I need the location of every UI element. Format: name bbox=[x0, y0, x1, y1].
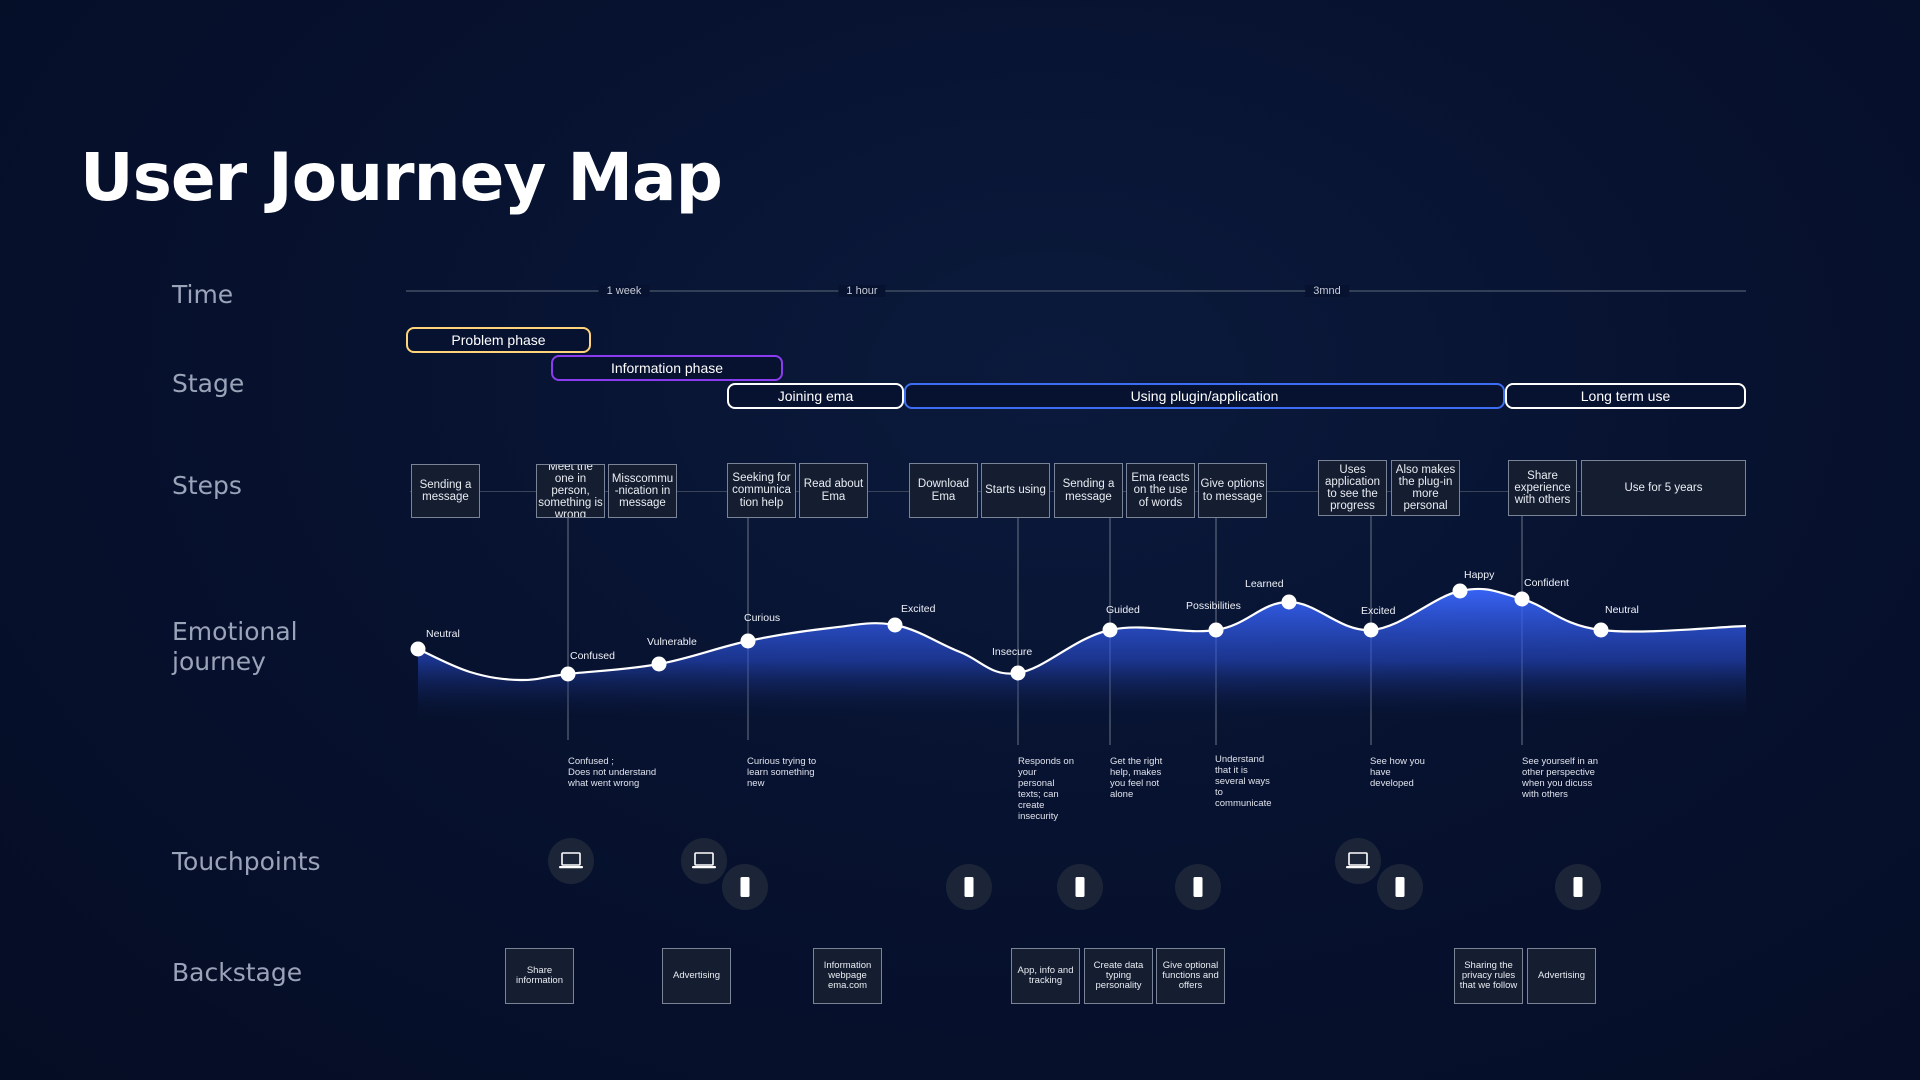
step-box: Share experience with others bbox=[1508, 460, 1577, 516]
emotion-point bbox=[1010, 665, 1026, 681]
emotion-point bbox=[560, 666, 576, 682]
emotion-label: Confused bbox=[570, 650, 615, 662]
step-box: Download Ema bbox=[909, 463, 978, 518]
emotion-label: Insecure bbox=[992, 646, 1032, 658]
touchpoint bbox=[1057, 864, 1103, 910]
emotion-label: Vulnerable bbox=[647, 636, 697, 648]
emotion-area bbox=[418, 588, 1746, 720]
step-box: Give options to message bbox=[1198, 463, 1267, 518]
emotion-point bbox=[1593, 622, 1609, 638]
backstage-box: Advertising bbox=[662, 948, 731, 1004]
emotion-point bbox=[740, 633, 756, 649]
phone-icon bbox=[1394, 876, 1406, 898]
emotion-label: Neutral bbox=[426, 628, 460, 640]
emotional-journey-chart: Neutral Confused Vulnerable Curious Excited I… bbox=[410, 516, 1747, 745]
emotion-point bbox=[1514, 591, 1530, 607]
touchpoint bbox=[1555, 864, 1601, 910]
step-box: Use for 5 years bbox=[1581, 460, 1746, 516]
phone-icon bbox=[1572, 876, 1584, 898]
step-box: Misscommu -nication in message bbox=[608, 464, 677, 518]
emotion-label: Excited bbox=[1361, 605, 1396, 617]
backstage-box: Share information bbox=[505, 948, 574, 1004]
step-box: Meet the one in person, something is wro… bbox=[536, 464, 605, 518]
step-box: Ema reacts on the use of words bbox=[1126, 463, 1195, 518]
emotion-label: Excited bbox=[901, 603, 936, 615]
emotion-point bbox=[1208, 622, 1224, 638]
emotion-note: Responds on your personal texts; can cre… bbox=[1018, 756, 1074, 822]
backstage-box: Advertising bbox=[1527, 948, 1596, 1004]
emotion-note: Understand that it is several ways to co… bbox=[1215, 754, 1272, 809]
emotion-note: See yourself in an other perspective whe… bbox=[1522, 756, 1599, 800]
emotion-note: See how you have developed bbox=[1370, 756, 1425, 789]
emotion-note: Get the right help, makes you feel not a… bbox=[1110, 756, 1163, 800]
backstage-box: Create data typing personality bbox=[1084, 948, 1153, 1004]
touchpoint bbox=[681, 838, 727, 884]
step-box: Seeking for communica tion help bbox=[727, 463, 796, 518]
touchpoint bbox=[1335, 838, 1381, 884]
step-box: Starts using bbox=[981, 463, 1050, 518]
laptop-icon bbox=[558, 851, 584, 871]
step-box: Also makes the plug-in more personal bbox=[1391, 460, 1460, 516]
step-box: Read about Ema bbox=[799, 463, 868, 518]
emotion-point bbox=[1452, 583, 1468, 599]
step-box: Uses application to see the progress bbox=[1318, 460, 1387, 516]
emotion-label: Happy bbox=[1464, 569, 1495, 581]
step-box: Sending a message bbox=[411, 464, 480, 518]
emotion-point bbox=[1102, 622, 1118, 638]
step-box: Sending a message bbox=[1054, 463, 1123, 518]
touchpoint bbox=[548, 838, 594, 884]
backstage-box: Information webpage ema.com bbox=[813, 948, 882, 1004]
emotion-label: Neutral bbox=[1605, 604, 1639, 616]
emotion-point bbox=[410, 641, 426, 657]
backstage-box: Sharing the privacy rules that we follow bbox=[1454, 948, 1523, 1004]
emotion-label: Guided bbox=[1106, 604, 1140, 616]
touchpoint bbox=[722, 864, 768, 910]
backstage-box: App, info and tracking bbox=[1011, 948, 1080, 1004]
laptop-icon bbox=[691, 851, 717, 871]
laptop-icon bbox=[1345, 851, 1371, 871]
emotion-label: Curious bbox=[744, 612, 780, 624]
touchpoint bbox=[1377, 864, 1423, 910]
phone-icon bbox=[1192, 876, 1204, 898]
emotion-label: Possibilities bbox=[1186, 600, 1241, 612]
emotion-point bbox=[1281, 594, 1297, 610]
phone-icon bbox=[1074, 876, 1086, 898]
emotion-label: Learned bbox=[1245, 578, 1284, 590]
phone-icon bbox=[963, 876, 975, 898]
phone-icon bbox=[739, 876, 751, 898]
touchpoint bbox=[1175, 864, 1221, 910]
emotion-label: Confident bbox=[1524, 577, 1569, 589]
emotion-point bbox=[1363, 622, 1379, 638]
emotion-point bbox=[887, 617, 903, 633]
emotion-note: Confused ; Does not understand what went… bbox=[568, 756, 657, 789]
emotion-point bbox=[651, 656, 667, 672]
backstage-box: Give optional functions and offers bbox=[1156, 948, 1225, 1004]
emotion-note: Curious trying to learn something new bbox=[747, 756, 817, 789]
touchpoint bbox=[946, 864, 992, 910]
